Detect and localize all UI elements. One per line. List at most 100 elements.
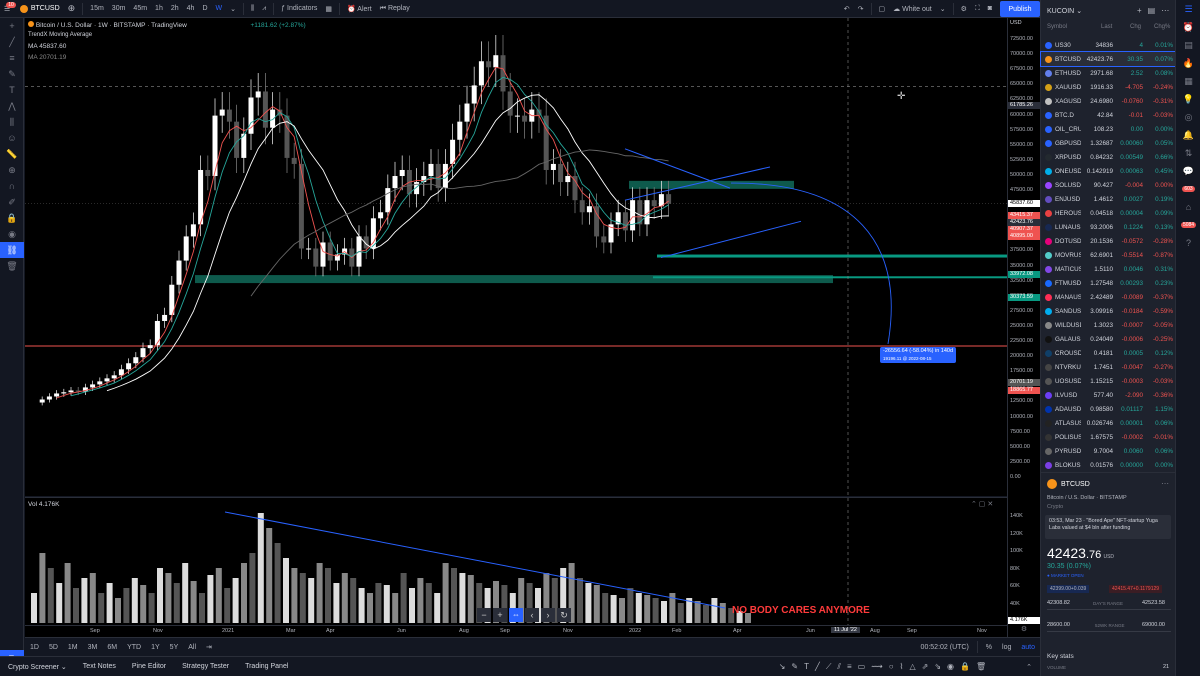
watchlist-row[interactable]: PYRUSD 9.7004 0.0060 0.06% xyxy=(1041,444,1176,458)
fib-icon[interactable]: ≡ xyxy=(0,50,24,66)
watchlist-row[interactable]: FTMUSD 1.27548 0.00293 0.23% xyxy=(1041,276,1176,290)
watchlist-row[interactable]: BLOKUSD 0.01576 0.00000 0.00% xyxy=(1041,458,1176,472)
ruler-icon[interactable]: 📏 xyxy=(0,146,24,162)
axis-settings-icon[interactable]: ⚙ xyxy=(1007,625,1040,637)
range-6m[interactable]: 6M xyxy=(102,644,122,651)
alarm-clock-icon[interactable]: ⏰ xyxy=(1176,18,1200,36)
gear-icon[interactable]: ⚙ xyxy=(957,5,971,13)
trendline-icon[interactable]: ╱ xyxy=(815,662,820,672)
list-view-icon[interactable]: ▤ xyxy=(1148,6,1156,15)
watchlist-row[interactable]: XRPUSD 0.84232 0.00549 0.66% xyxy=(1041,150,1176,164)
fullscreen-icon[interactable]: ⛶ xyxy=(971,5,984,13)
alert-button[interactable]: ⏰ Alert xyxy=(343,5,376,13)
pattern-icon[interactable]: ⋀ xyxy=(0,98,24,114)
interval-45m[interactable]: 45m xyxy=(129,5,151,12)
zoom-out-icon[interactable]: − xyxy=(477,608,491,622)
notifications-icon[interactable]: 🔔 xyxy=(1176,126,1200,144)
interval-15m[interactable]: 15m xyxy=(86,5,108,12)
tab-strategy-tester[interactable]: Strategy Tester xyxy=(174,663,237,670)
volume-pane[interactable]: Vol 4.176K ⌃ ▢ ✕ NO BODY CARES ANYMORE −… xyxy=(25,497,1007,625)
pane-controls-icon[interactable]: ⌃ ▢ ✕ xyxy=(971,500,993,508)
trash-icon[interactable]: 🗑 xyxy=(976,662,986,672)
interval-W[interactable]: W xyxy=(212,5,227,12)
header-symbol[interactable]: Symbol xyxy=(1047,24,1067,30)
watchlist-row[interactable]: NTVRKUSD 1.7451 -0.0047 -0.27% xyxy=(1041,360,1176,374)
price-chart[interactable]: Bitcoin / U.S. Dollar · 1W · BITSTAMP · … xyxy=(25,18,1007,496)
brush-icon[interactable]: ✎ xyxy=(0,66,24,82)
publish-button[interactable]: Publish xyxy=(1000,1,1040,17)
layout-name-button[interactable]: ☁ White out xyxy=(889,5,936,13)
polyline-icon[interactable]: ⌇ xyxy=(900,662,904,672)
add-symbol-icon[interactable]: + xyxy=(1137,6,1142,15)
layout-menu-icon[interactable]: ⌄ xyxy=(936,5,950,13)
news-headline[interactable]: 03:53, Mar 23 · "Bored Ape" NFT-startup … xyxy=(1045,515,1171,539)
text-icon[interactable]: T xyxy=(0,82,24,98)
watchlist-row[interactable]: ETHUSD 2971.68 2.52 0.08% xyxy=(1041,66,1176,80)
watchlist-row[interactable]: BTC.D 42.84 -0.01 -0.03% xyxy=(1041,108,1176,122)
time-axis[interactable]: Sep Nov 2021 Mar Apr Jun Aug Sep Nov 2022 Feb Apr Ju… xyxy=(25,625,1007,637)
order-panel-icon[interactable]: ⇅ xyxy=(1176,144,1200,162)
camera-icon[interactable]: ◙ xyxy=(984,5,996,12)
text-icon[interactable]: T xyxy=(804,662,809,672)
tab-pine-editor[interactable]: Pine Editor xyxy=(124,663,174,670)
collapse-icon[interactable]: ⌃ xyxy=(1026,663,1040,671)
prediction-icon[interactable]: ⫼ xyxy=(0,114,24,130)
zoom-in-icon[interactable]: + xyxy=(493,608,507,622)
notification-badge[interactable]: 10 xyxy=(6,1,16,8)
bar-style-icon[interactable]: ⫼ xyxy=(247,5,258,13)
line-style-icon[interactable]: ⩘ xyxy=(258,5,270,13)
watchlist-row[interactable]: DOTUSD 20.1536 -0.0572 -0.28% xyxy=(1041,234,1176,248)
bell-icon[interactable]: ⌂ xyxy=(1176,198,1200,216)
details-symbol[interactable]: BTCUSD xyxy=(1061,481,1090,488)
lock-icon[interactable]: 🔒 xyxy=(960,662,970,672)
watchlist-row[interactable]: ATLASUSD 0.026746 0.00001 0.06% xyxy=(1041,416,1176,430)
price-axis[interactable]: USD 72500.00 70000.00 67500.00 65000.00 6250… xyxy=(1007,18,1041,625)
streams-icon[interactable]: ◎ xyxy=(1176,108,1200,126)
badge-icon-2[interactable]: 5084 xyxy=(1176,216,1200,234)
interval-30m[interactable]: 30m xyxy=(108,5,130,12)
watchlist-row[interactable]: ENJUSD 1.4612 0.0027 0.19% xyxy=(1041,192,1176,206)
watchlist-row[interactable]: LUNAUSD 93.2006 0.1224 0.13% xyxy=(1041,220,1176,234)
watchlist-row[interactable]: OIL_CRUDE 108.23 0.00 0.00% xyxy=(1041,122,1176,136)
badge-icon[interactable]: 603 xyxy=(1176,180,1200,198)
trash-icon[interactable]: 🗑 xyxy=(0,258,24,274)
data-window-icon[interactable]: ▤ xyxy=(1176,36,1200,54)
more-icon[interactable]: ⋯ xyxy=(1161,479,1169,488)
scroll-right-icon[interactable]: › xyxy=(541,608,555,622)
watchlist-row[interactable]: MANAUSD 2.42489 -0.0089 -0.37% xyxy=(1041,290,1176,304)
zoom-icon[interactable]: ⊕ xyxy=(0,162,24,178)
reset-chart-icon[interactable]: ↻ xyxy=(557,608,571,622)
watchlist-row[interactable]: WILDUSD 1.3023 -0.0007 -0.05% xyxy=(1041,318,1176,332)
percent-toggle[interactable]: % xyxy=(981,644,997,651)
watchlist-row[interactable]: GBPUSD 1.32687 0.00060 0.05% xyxy=(1041,136,1176,150)
short-icon[interactable]: ⇘ xyxy=(934,662,941,672)
trendline-icon[interactable]: ╱ xyxy=(0,34,24,50)
rect-icon[interactable]: ▭ xyxy=(858,662,866,672)
tab-trading-panel[interactable]: Trading Panel xyxy=(237,663,296,670)
watchlist-row[interactable]: UOSUSD 1.15215 -0.0003 -0.03% xyxy=(1041,374,1176,388)
templates-icon[interactable]: ▦ xyxy=(321,5,336,13)
log-toggle[interactable]: log xyxy=(997,644,1016,651)
date-range-icon[interactable]: ⇥ xyxy=(201,643,217,651)
range-5y[interactable]: 5Y xyxy=(165,644,184,651)
range-3m[interactable]: 3M xyxy=(83,644,103,651)
undo-icon[interactable]: ↶ xyxy=(840,5,854,13)
ideas-icon[interactable]: 💡 xyxy=(1176,90,1200,108)
range-1d[interactable]: 1D xyxy=(25,644,44,651)
indicators-button[interactable]: ƒ Indicators xyxy=(277,5,321,12)
watchlist-row[interactable]: XAGUSD 24.6980 -0.0760 -0.31% xyxy=(1041,94,1176,108)
long-icon[interactable]: ⇗ xyxy=(922,662,929,672)
watchlist-row[interactable]: ADAUSD 0.98580 0.01117 1.15% xyxy=(1041,402,1176,416)
watchlist-row[interactable]: CROUSD 0.4181 0.0005 0.12% xyxy=(1041,346,1176,360)
link-icon[interactable]: ⛓ xyxy=(0,242,24,258)
range-1m[interactable]: 1M xyxy=(63,644,83,651)
watchlist-row[interactable]: BTCUSD 42423.76 30.35 0.07% xyxy=(1040,51,1177,67)
watchlist-row[interactable]: US30 34836 4 0.01% xyxy=(1041,38,1176,52)
range-1y[interactable]: 1Y xyxy=(146,644,165,651)
chevron-down-icon[interactable]: ⌄ xyxy=(226,5,240,13)
channel-icon[interactable]: ⫽ xyxy=(837,662,841,672)
interval-2h[interactable]: 2h xyxy=(167,5,183,12)
interval-1h[interactable]: 1h xyxy=(151,5,167,12)
magnet-icon[interactable]: ∩ xyxy=(0,178,24,194)
replay-button[interactable]: ⏮ Replay xyxy=(376,5,414,13)
